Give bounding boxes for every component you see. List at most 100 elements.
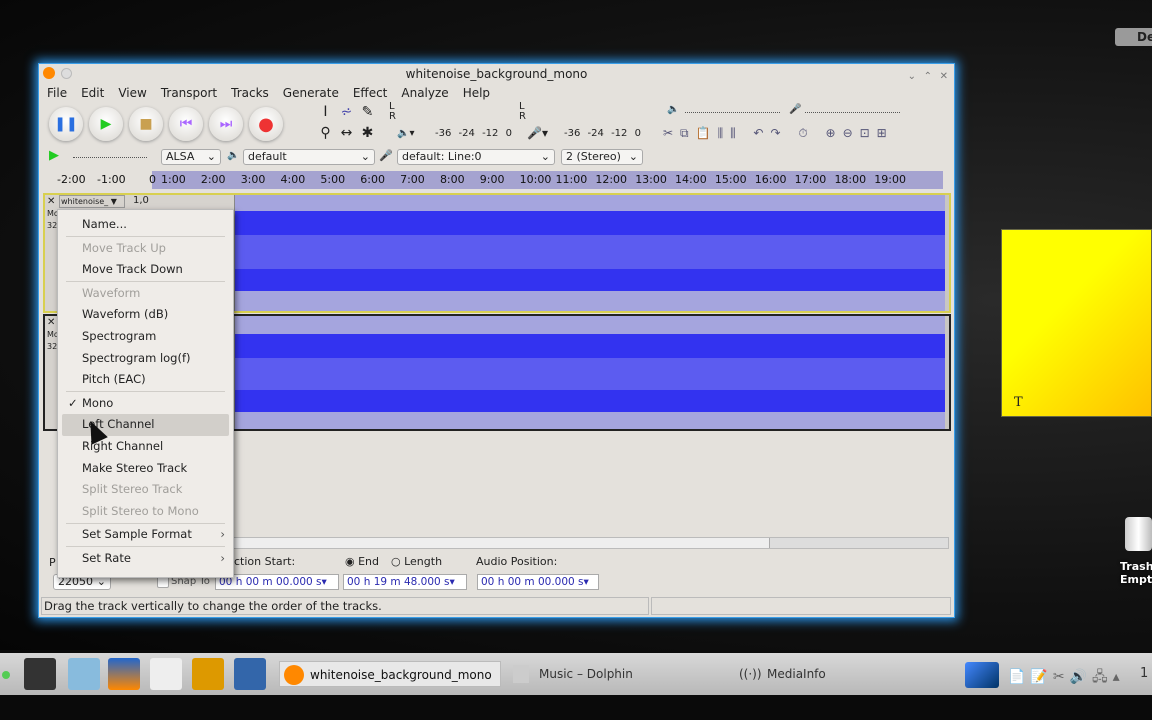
ruler-tick: 0 <box>149 173 156 186</box>
output-volume-icon: 🔈 <box>667 104 680 115</box>
menu-item-label: Name... <box>82 217 127 231</box>
sticky-note[interactable]: T <box>1001 229 1152 417</box>
window-title: whitenoise_background_mono <box>405 67 588 81</box>
audacity-launcher-icon[interactable] <box>108 658 140 690</box>
pause-button[interactable]: ❚❚ <box>49 107 83 141</box>
input-device-select[interactable]: default: Line:0 ⌄ <box>397 149 555 165</box>
track-info: 32 <box>47 221 58 230</box>
menu-item-right-channel[interactable]: Right Channel <box>58 436 233 458</box>
task-audacity[interactable]: whitenoise_background_mono <box>279 661 501 687</box>
menu-help[interactable]: Help <box>463 84 497 102</box>
pager-icon[interactable] <box>2 671 10 679</box>
timeshift-tool-icon[interactable]: ↔ <box>336 123 357 144</box>
record-icon: ● <box>258 113 274 135</box>
menu-item-spectrogram[interactable]: Spectrogram <box>58 326 233 348</box>
horizontal-scrollbar[interactable] <box>229 537 949 549</box>
menu-file[interactable]: File <box>47 84 74 102</box>
mediainfo-icon: ((·)) <box>739 667 762 681</box>
desktop-button[interactable]: De <box>1115 28 1152 46</box>
menu-transport[interactable]: Transport <box>161 84 224 102</box>
menu-view[interactable]: View <box>118 84 153 102</box>
menu-analyze[interactable]: Analyze <box>401 84 455 102</box>
ruler-tick: 15:00 <box>714 173 747 186</box>
menu-item-set-sample-format[interactable]: Set Sample Format › <box>58 524 233 546</box>
record-meter[interactable]: LR <box>519 102 526 122</box>
input-volume-icon: 🎤 <box>789 104 802 115</box>
file-manager-icon[interactable] <box>68 658 100 690</box>
menu-generate[interactable]: Generate <box>283 84 346 102</box>
clock[interactable]: 1 <box>1140 666 1148 681</box>
system-tray[interactable]: 📄📝✂🔊🖧▴ <box>1008 666 1125 690</box>
multi-tool-icon[interactable]: ✱ <box>357 123 378 144</box>
menu-edit[interactable]: Edit <box>81 84 111 102</box>
track-name-dropdown[interactable]: whitenoise_ ▼ <box>59 195 125 208</box>
menu-item-set-rate[interactable]: Set Rate › <box>58 548 233 570</box>
selection-tool-icon[interactable]: I <box>315 102 336 123</box>
menu-item-waveform-db[interactable]: Waveform (dB) <box>58 304 233 326</box>
output-device-select[interactable]: default ⌄ <box>243 149 375 165</box>
host-select[interactable]: ALSA ⌄ <box>161 149 221 165</box>
envelope-tool-icon[interactable]: ⩫ <box>336 102 357 123</box>
length-radio[interactable]: ○ Length <box>391 555 442 568</box>
mixer-edit-toolbar: 🔈 🎤 ✂⧉📋⫼⫼ ↶↷ ⏱ ⊕⊖⊡⊞ <box>659 102 949 144</box>
menu-item-spectrogram-log-f[interactable]: Spectrogram log(f) <box>58 348 233 370</box>
channels-select[interactable]: 2 (Stereo) ⌄ <box>561 149 643 165</box>
skip-end-button[interactable]: ⏭ <box>209 107 243 141</box>
menu-item-label: Waveform <box>82 285 141 300</box>
menu-effect[interactable]: Effect <box>353 84 395 102</box>
ruler-tick: 12:00 <box>595 173 628 186</box>
video-editor-icon[interactable] <box>150 658 182 690</box>
speaker-icon: 🔈 <box>227 150 240 161</box>
microphone-icon[interactable]: 🎤▾ <box>527 126 548 140</box>
task-mediainfo[interactable]: ((·)) MediaInfo <box>737 661 937 687</box>
selection-end-field[interactable]: 00 h 19 m 48.000 s▾ <box>343 574 467 590</box>
skip-start-button[interactable]: ⏮ <box>169 107 203 141</box>
edit-toolbar[interactable]: ✂⧉📋⫼⫼ ↶↷ ⏱ ⊕⊖⊡⊞ <box>663 126 894 141</box>
draw-tool-icon[interactable]: ✎ <box>357 102 378 123</box>
menu-item-label: Split Stereo Track <box>82 482 183 497</box>
menu-bar: File Edit View Transport Tracks Generate Effec… <box>39 84 954 102</box>
menu-item-mono[interactable]: ✓ Mono <box>58 393 233 415</box>
input-volume-slider[interactable] <box>805 112 900 113</box>
timeline-ruler[interactable]: -2:00 -1:00 0 1:00 2:00 3:00 4:00 5:00 6:00 7:00 8… <box>41 171 953 189</box>
playback-scale: -36 -24 -12 0 <box>435 128 512 139</box>
ruler-tick: 17:00 <box>794 173 827 186</box>
skip-start-icon: ⏮ <box>179 116 193 132</box>
note-glyph: T <box>1014 395 1023 410</box>
menu-item-pitch-eac[interactable]: Pitch (EAC) <box>58 369 233 391</box>
menu-item-move-track-down[interactable]: Move Track Down <box>58 259 233 281</box>
record-button[interactable]: ● <box>249 107 283 141</box>
zoom-tool-icon[interactable]: ⚲ <box>315 123 336 144</box>
dolphin-icon <box>513 665 529 683</box>
film-icon[interactable] <box>234 658 266 690</box>
waveform[interactable] <box>235 195 945 311</box>
playback-meter[interactable]: LR <box>389 102 396 122</box>
speaker-icon[interactable]: 🔈▾ <box>397 128 414 139</box>
audio-position-field[interactable]: 00 h 00 m 00.000 s▾ <box>477 574 599 590</box>
stop-button[interactable]: ■ <box>129 107 163 141</box>
pineapple-icon[interactable] <box>192 658 224 690</box>
play-at-speed-icon[interactable]: ▶ <box>49 148 59 163</box>
output-volume-slider[interactable] <box>685 112 780 113</box>
ruler-tick: 13:00 <box>635 173 667 186</box>
pause-icon: ❚❚ <box>54 116 78 132</box>
desktop-preview-icon[interactable] <box>965 662 999 688</box>
terminal-icon[interactable] <box>24 658 56 690</box>
pin-icon[interactable] <box>61 68 72 79</box>
menu-item-make-stereo-track[interactable]: Make Stereo Track <box>58 458 233 480</box>
end-radio[interactable]: ◉ End <box>345 555 379 568</box>
play-button[interactable]: ▶ <box>89 107 123 141</box>
menu-item-label: Split Stereo to Mono <box>82 503 199 518</box>
menu-tracks[interactable]: Tracks <box>231 84 276 102</box>
menu-item-move-track-up: Move Track Up <box>58 238 233 260</box>
trash-icon[interactable] <box>1125 517 1152 551</box>
ruler-tick: 14:00 <box>675 173 707 186</box>
track-value: 1,0 <box>133 195 149 206</box>
track-close-icon[interactable]: ✕ <box>47 317 55 328</box>
task-dolphin[interactable]: Music – Dolphin <box>509 661 719 687</box>
speed-slider[interactable] <box>73 157 147 158</box>
waveform[interactable] <box>235 316 945 429</box>
scrollbar-thumb[interactable] <box>230 538 770 548</box>
menu-item-name[interactable]: Name... <box>58 214 233 236</box>
track-close-icon[interactable]: ✕ <box>47 196 55 207</box>
